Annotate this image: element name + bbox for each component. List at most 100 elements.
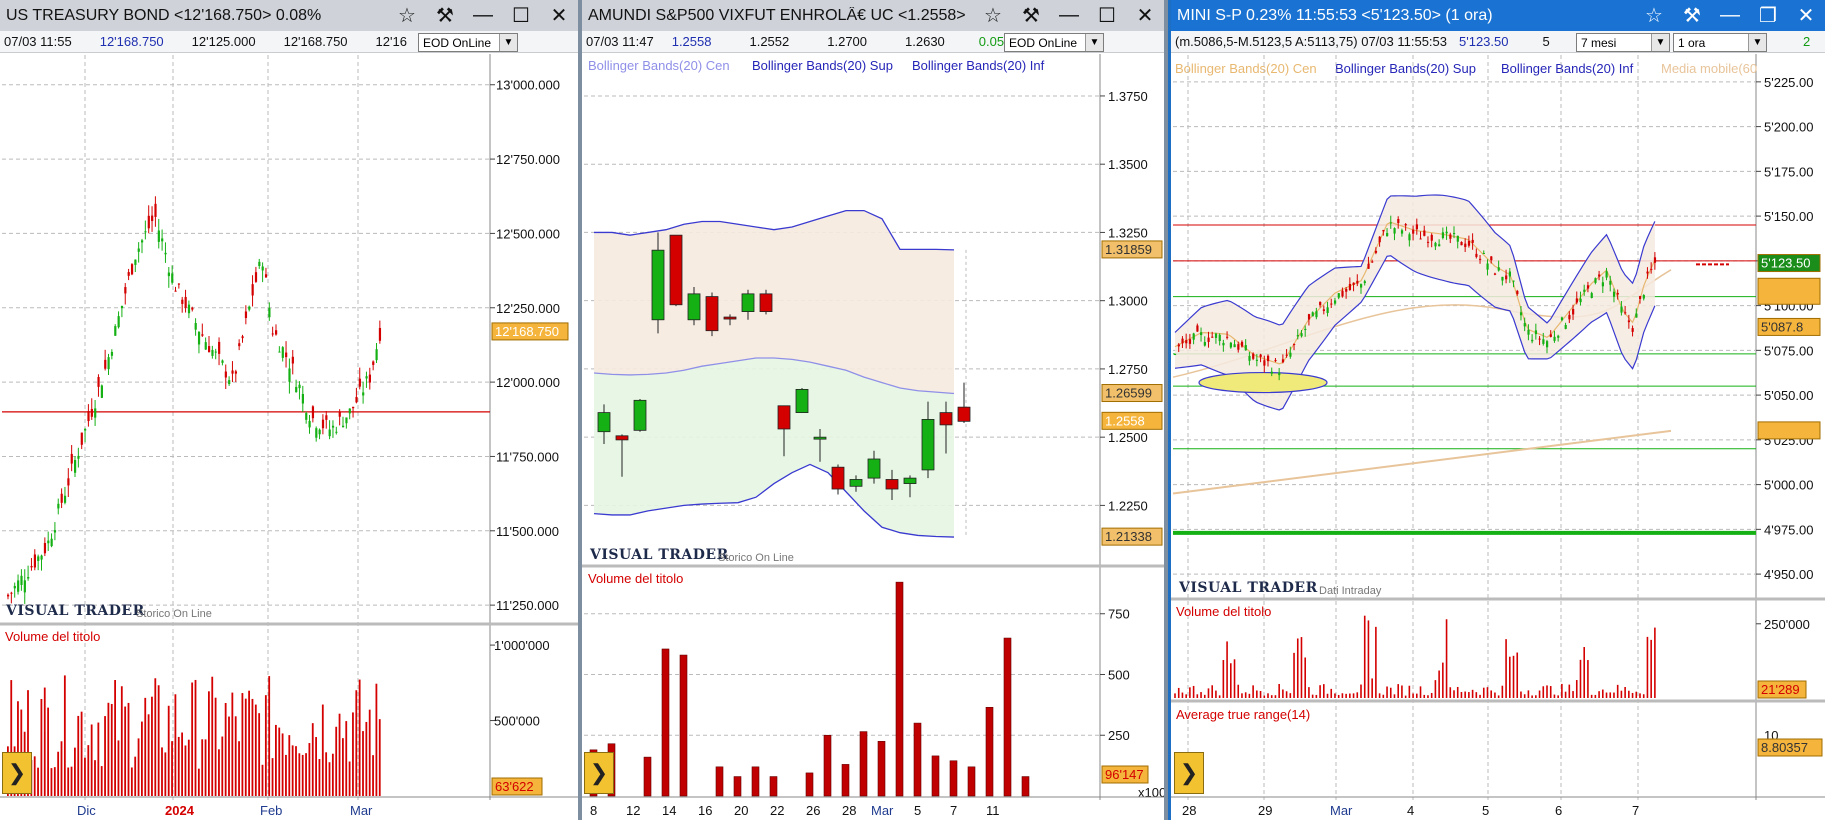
volume-bar [1434,680,1437,698]
candle-body [1497,267,1500,271]
mini-sp-chart[interactable]: Bollinger Bands(20) Cen Bollinger Bands(2… [1171,0,1825,820]
scroll-right-button[interactable]: ❯ [2,752,32,794]
candle-body [1534,330,1538,335]
y-tick-label: 1.2750 [1108,362,1148,377]
volume-bar [661,648,670,797]
candle-body [40,555,43,560]
volume-bar [1393,694,1396,698]
volume-bar [84,757,86,796]
highlight-ellipse [1198,371,1328,394]
candle-body [1650,268,1653,270]
candle-body [63,495,67,503]
volume-bar [895,581,904,797]
volume-bar [137,738,140,796]
volume-bar [372,755,374,796]
scroll-right-button[interactable]: ❯ [1174,752,1204,794]
volume-bar [1587,660,1589,698]
amundi-chart[interactable]: Bollinger Bands(20) Cen Bollinger Bands(2… [582,0,1164,820]
candle-body [1479,258,1482,260]
bb-value-tag: 1.21338 [1105,529,1152,544]
volume-bar [315,737,317,796]
candle-body [1553,336,1556,341]
volume-bar [335,726,338,796]
x-tick-label: 16 [698,803,712,818]
watermark-sub: Dati Intraday [1319,585,1382,597]
watermark: VISUAL TRADER [589,547,729,563]
candle-body [1560,317,1564,321]
candle-body [187,304,191,314]
volume-bar [1308,687,1310,698]
volume-bar [1282,689,1284,698]
y-tick-label: 1.3750 [1108,89,1148,104]
candle-body [231,370,234,374]
volume-bar [144,697,147,796]
volume-bar [859,731,868,797]
candle-body [208,346,211,353]
volume-bar [1468,692,1470,698]
volume-bar [1464,691,1466,698]
candle-body [43,543,47,554]
volume-bar [1285,691,1288,698]
candle-body [1471,239,1474,243]
candle-body [144,231,147,233]
volume-bar [171,741,173,796]
volume-bar [1382,694,1385,698]
candle-body [1203,342,1206,346]
volume-bar [1505,639,1507,698]
candle-body [1252,353,1255,359]
volume-bar [1181,692,1184,698]
volume-bar [805,772,814,797]
candle-body [278,351,281,353]
volume-bar [1631,692,1634,698]
volume-bar [1274,695,1277,698]
candle-body [1285,354,1288,356]
candle-body [1333,300,1337,304]
candle-body [74,460,77,473]
volume-bar [1553,694,1556,698]
watermark-sub: Storico On Line [718,552,794,564]
volume-bar [1200,692,1202,698]
candle-body [224,371,227,378]
volume-bar [1256,690,1258,698]
candle-body [214,351,217,353]
volume-bar [107,702,110,796]
vol-tick-label: 750 [1108,607,1130,622]
volume-bar [1475,692,1478,698]
last-price-tag: 5'123.50 [1761,256,1810,271]
volume-bar [204,739,207,796]
candle-body [1464,243,1467,248]
candle-body [705,296,719,332]
candle-body [1404,224,1407,226]
candle-body [281,347,284,358]
candle-body [87,411,90,422]
candle-body [151,215,154,222]
x-tick-label: Mar [871,803,894,818]
volume-bar [1300,637,1303,698]
volume-bar [97,722,100,796]
scroll-right-button[interactable]: ❯ [584,752,614,794]
y-tick-label: 5'150.00 [1764,209,1813,224]
candle-body [1616,292,1619,295]
candle-body [1482,252,1485,254]
candle-body [37,556,40,561]
candle-body [358,378,361,387]
candle-body [1627,320,1631,323]
volume-bar [1531,695,1533,698]
candle-body [365,376,368,379]
volume-bar [120,686,123,796]
volume-bar [841,764,850,797]
x-tick-label: 11 [986,803,1000,818]
candle-body [33,554,36,568]
volume-bar [1319,685,1321,698]
volume-bar [154,678,157,796]
volume-bar [1367,620,1370,698]
candle-body [1337,293,1340,298]
volume-bar [1445,619,1448,698]
candle-body [1352,282,1355,285]
volume-bar [47,707,49,796]
y-tick-label: 1.3500 [1108,157,1148,172]
volume-bar [1438,670,1440,698]
us-bond-chart[interactable]: 13'000.000 12'750.000 12'500.000 12'250.000… [0,0,578,820]
volume-bar [1453,690,1455,698]
candle-body [328,429,331,437]
